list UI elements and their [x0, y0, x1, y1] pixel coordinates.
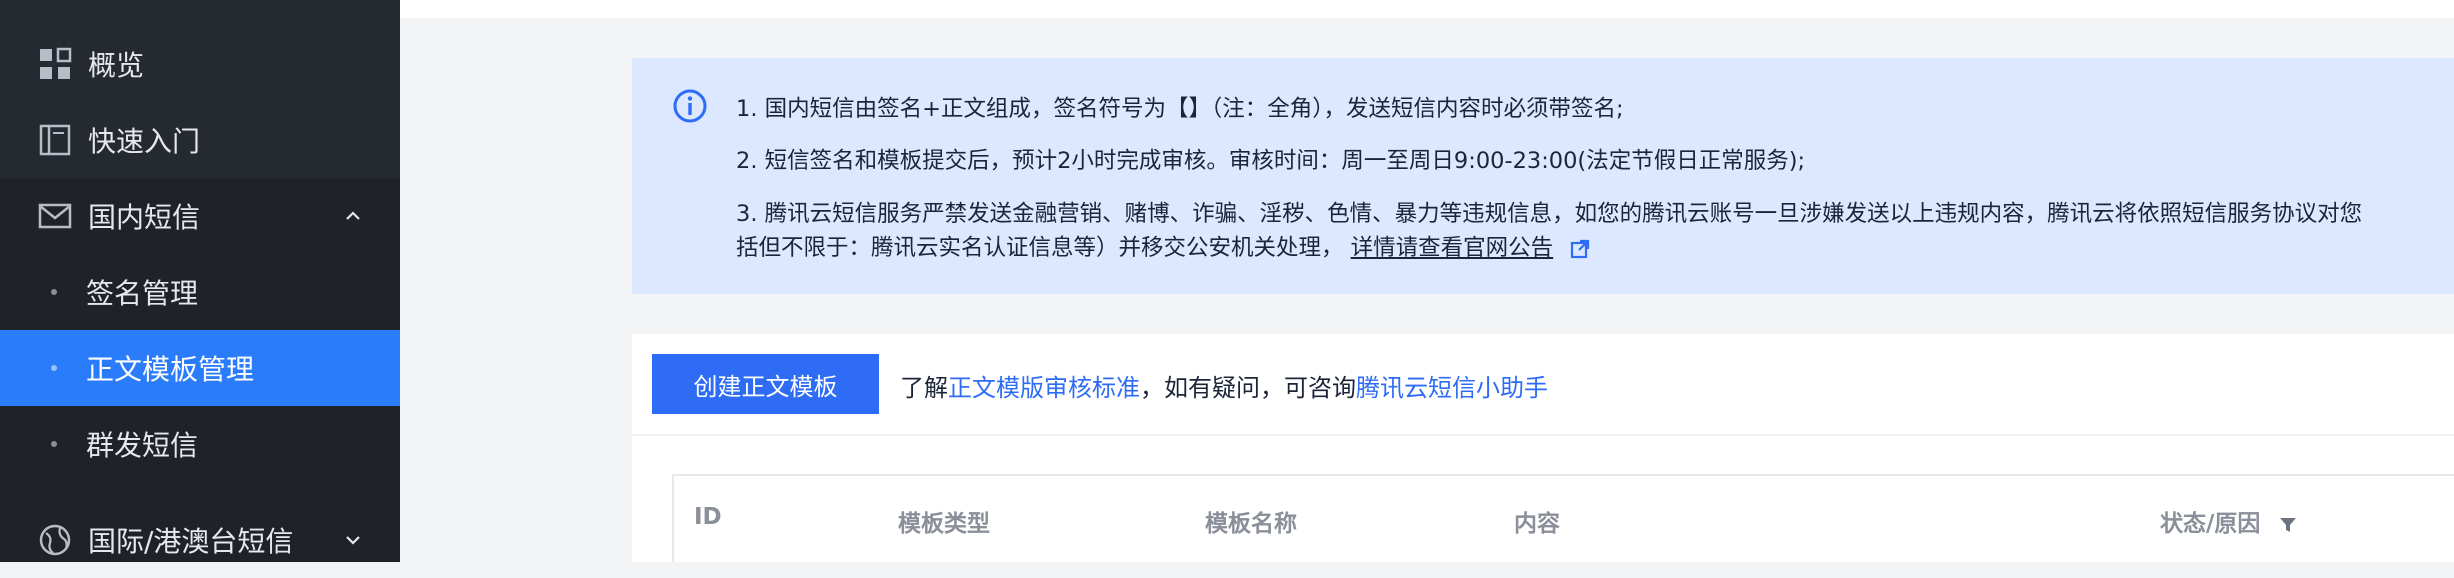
sidebar-item-quickstart[interactable]: 快速入门 — [0, 102, 400, 178]
book-icon — [39, 124, 71, 156]
notice-line-4-text: 括但不限于：腾讯云实名认证信息等）并移交公安机关处理， — [736, 235, 1344, 261]
sidebar-item-international-sms[interactable]: 国际/港澳台短信 — [0, 502, 400, 578]
toolbar-tip: 了解正文模版审核标准，如有疑问，可咨询腾讯云短信小助手 — [900, 368, 1548, 403]
notice-line-1: 1. 国内短信由签名+正文组成，签名符号为【】（注：全角），发送短信内容时必须带… — [736, 96, 1624, 122]
grid-icon — [40, 47, 72, 79]
bullet-dot — [51, 289, 57, 295]
top-header-bar — [400, 0, 2454, 18]
mail-icon — [38, 203, 72, 229]
template-list-card: 创建正文模板 了解正文模版审核标准，如有疑问，可咨询腾讯云短信小助手 ID 模板… — [632, 334, 2454, 562]
sidebar-item-domestic-sms[interactable]: 国内短信 — [0, 178, 400, 254]
column-header-status: 状态/原因 — [2160, 504, 2298, 538]
sidebar: 概览 快速入门 国内短信 签名管理 正文模板管理 群发短信 国际/港澳台短信 — [0, 0, 400, 562]
notice-line-3: 3. 腾讯云短信服务严禁发送金融营销、赌博、诈骗、淫秽、色情、暴力等违规信息，如… — [736, 201, 2363, 227]
column-header-id: ID — [694, 504, 722, 530]
column-header-type: 模板类型 — [898, 511, 990, 537]
divider — [632, 434, 2454, 436]
notice-line-2: 2. 短信签名和模板提交后，预计2小时完成审核。审核时间：周一至周日9:00-2… — [736, 148, 1806, 174]
sidebar-item-label: 概览 — [88, 49, 145, 82]
bullet-dot — [51, 441, 57, 447]
sidebar-subitem-label: 签名管理 — [86, 277, 199, 310]
sidebar-item-overview[interactable]: 概览 — [0, 26, 400, 102]
column-header-name: 模板名称 — [1205, 511, 1297, 537]
tip-middle: ，如有疑问，可咨询 — [1140, 374, 1356, 402]
info-icon — [673, 89, 707, 123]
template-table: ID 模板类型 模板名称 内容 状态/原因 — [672, 474, 2454, 562]
create-template-button[interactable]: 创建正文模板 — [652, 354, 879, 414]
external-link-icon[interactable] — [1570, 239, 1590, 259]
tip-prefix: 了解 — [900, 374, 948, 402]
sidebar-item-label: 国际/港澳台短信 — [88, 525, 294, 558]
globe-icon — [39, 524, 71, 556]
sidebar-subitem-label: 正文模板管理 — [86, 353, 255, 386]
notice-line-4: 括但不限于：腾讯云实名认证信息等）并移交公安机关处理， 详情请查看官网公告 — [736, 230, 1590, 262]
sidebar-subitem-bulk-sms[interactable]: 群发短信 — [0, 406, 400, 482]
chevron-down-icon — [346, 536, 360, 545]
announcement-link[interactable]: 详情请查看官网公告 — [1351, 235, 1554, 261]
sidebar-subitem-label: 群发短信 — [86, 429, 199, 462]
chevron-up-icon — [346, 211, 360, 220]
column-header-status-label: 状态/原因 — [2160, 511, 2261, 537]
sidebar-subitem-signature[interactable]: 签名管理 — [0, 254, 400, 330]
sidebar-subitem-template[interactable]: 正文模板管理 — [0, 330, 400, 406]
review-standard-link[interactable]: 正文模版审核标准 — [948, 374, 1140, 402]
sidebar-item-label: 快速入门 — [88, 125, 201, 158]
notice-panel: 1. 国内短信由签名+正文组成，签名符号为【】（注：全角），发送短信内容时必须带… — [632, 58, 2454, 294]
filter-icon[interactable] — [2278, 515, 2298, 535]
sms-assistant-link[interactable]: 腾讯云短信小助手 — [1356, 374, 1548, 402]
column-header-content: 内容 — [1514, 511, 1560, 537]
bullet-dot — [51, 365, 57, 371]
sidebar-item-label: 国内短信 — [88, 201, 201, 234]
